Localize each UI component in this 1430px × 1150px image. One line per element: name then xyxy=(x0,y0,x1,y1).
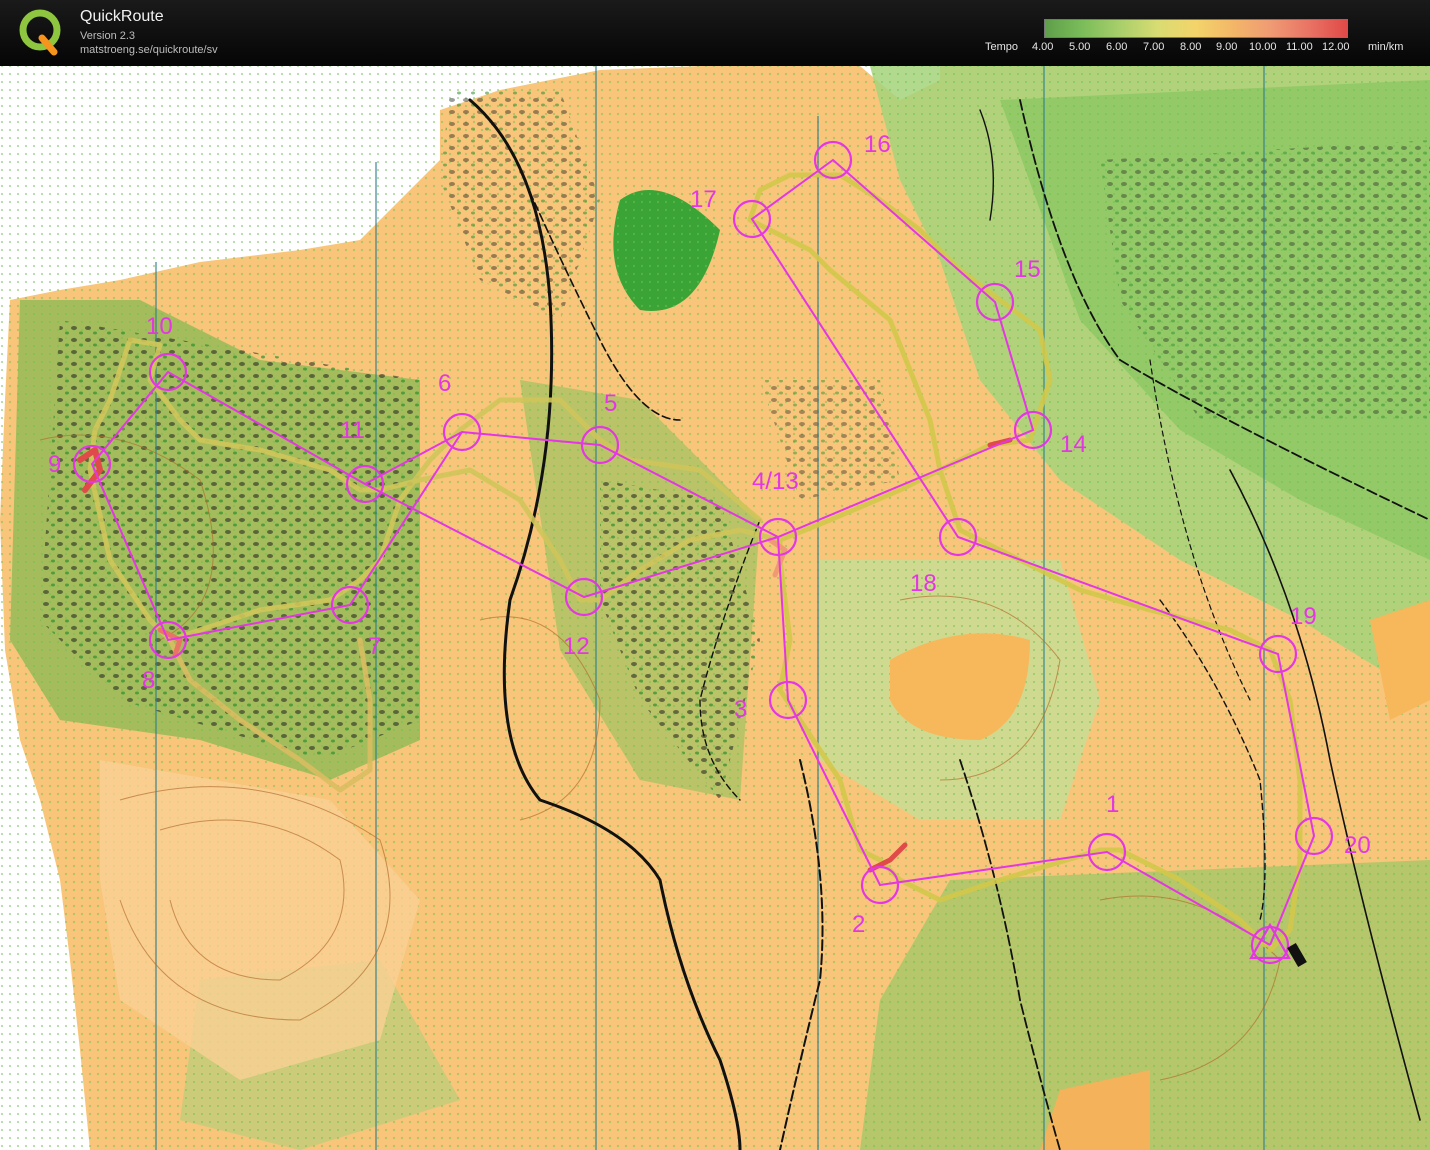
legend-tick: 5.00 xyxy=(1069,41,1091,53)
control-label: 19 xyxy=(1290,603,1317,630)
app-url: matstroeng.se/quickroute/sv xyxy=(80,44,218,56)
legend-tick: 9.00 xyxy=(1216,41,1238,53)
control-label: 1 xyxy=(1106,791,1119,818)
app-version: Version 2.3 xyxy=(80,30,136,42)
control-label: 20 xyxy=(1344,832,1371,859)
legend-label: Tempo xyxy=(985,41,1019,53)
control-label: 2 xyxy=(852,911,865,938)
legend-tick: 11.00 xyxy=(1286,41,1313,53)
legend-tick: 10.00 xyxy=(1249,41,1277,53)
control-label: 16 xyxy=(864,131,891,158)
legend-tick: 4.00 xyxy=(1032,41,1054,53)
control-label: 12 xyxy=(563,633,590,660)
control-label: 11 xyxy=(340,417,365,444)
control-label: 5 xyxy=(604,390,617,417)
app-header: QuickRoute Version 2.3 matstroeng.se/qui… xyxy=(0,0,1430,66)
tempo-color-scale xyxy=(1044,19,1348,38)
legend-tick: 8.00 xyxy=(1180,41,1202,53)
legend-tick: 6.00 xyxy=(1106,41,1128,53)
control-label: 15 xyxy=(1014,256,1041,283)
control-label: 14 xyxy=(1060,431,1087,458)
legend-tick: 12.00 xyxy=(1322,41,1350,53)
control-label: 8 xyxy=(142,667,155,694)
legend-unit: min/km xyxy=(1368,41,1404,53)
control-label: 18 xyxy=(910,570,937,597)
control-label: 3 xyxy=(734,696,747,723)
legend-tick: 7.00 xyxy=(1143,41,1165,53)
app-title: QuickRoute xyxy=(80,8,164,25)
control-label: 9 xyxy=(48,451,61,478)
control-label: 17 xyxy=(690,186,717,213)
orienteering-map[interactable]: 1 2 3 4/13 5 6 7 8 9 10 11 12 14 15 16 1… xyxy=(0,66,1430,1150)
control-label: 4/13 xyxy=(752,468,799,495)
control-label: 6 xyxy=(438,370,451,397)
control-label: 7 xyxy=(368,633,381,660)
quickroute-logo-icon xyxy=(19,9,61,56)
control-label: 10 xyxy=(146,313,173,340)
